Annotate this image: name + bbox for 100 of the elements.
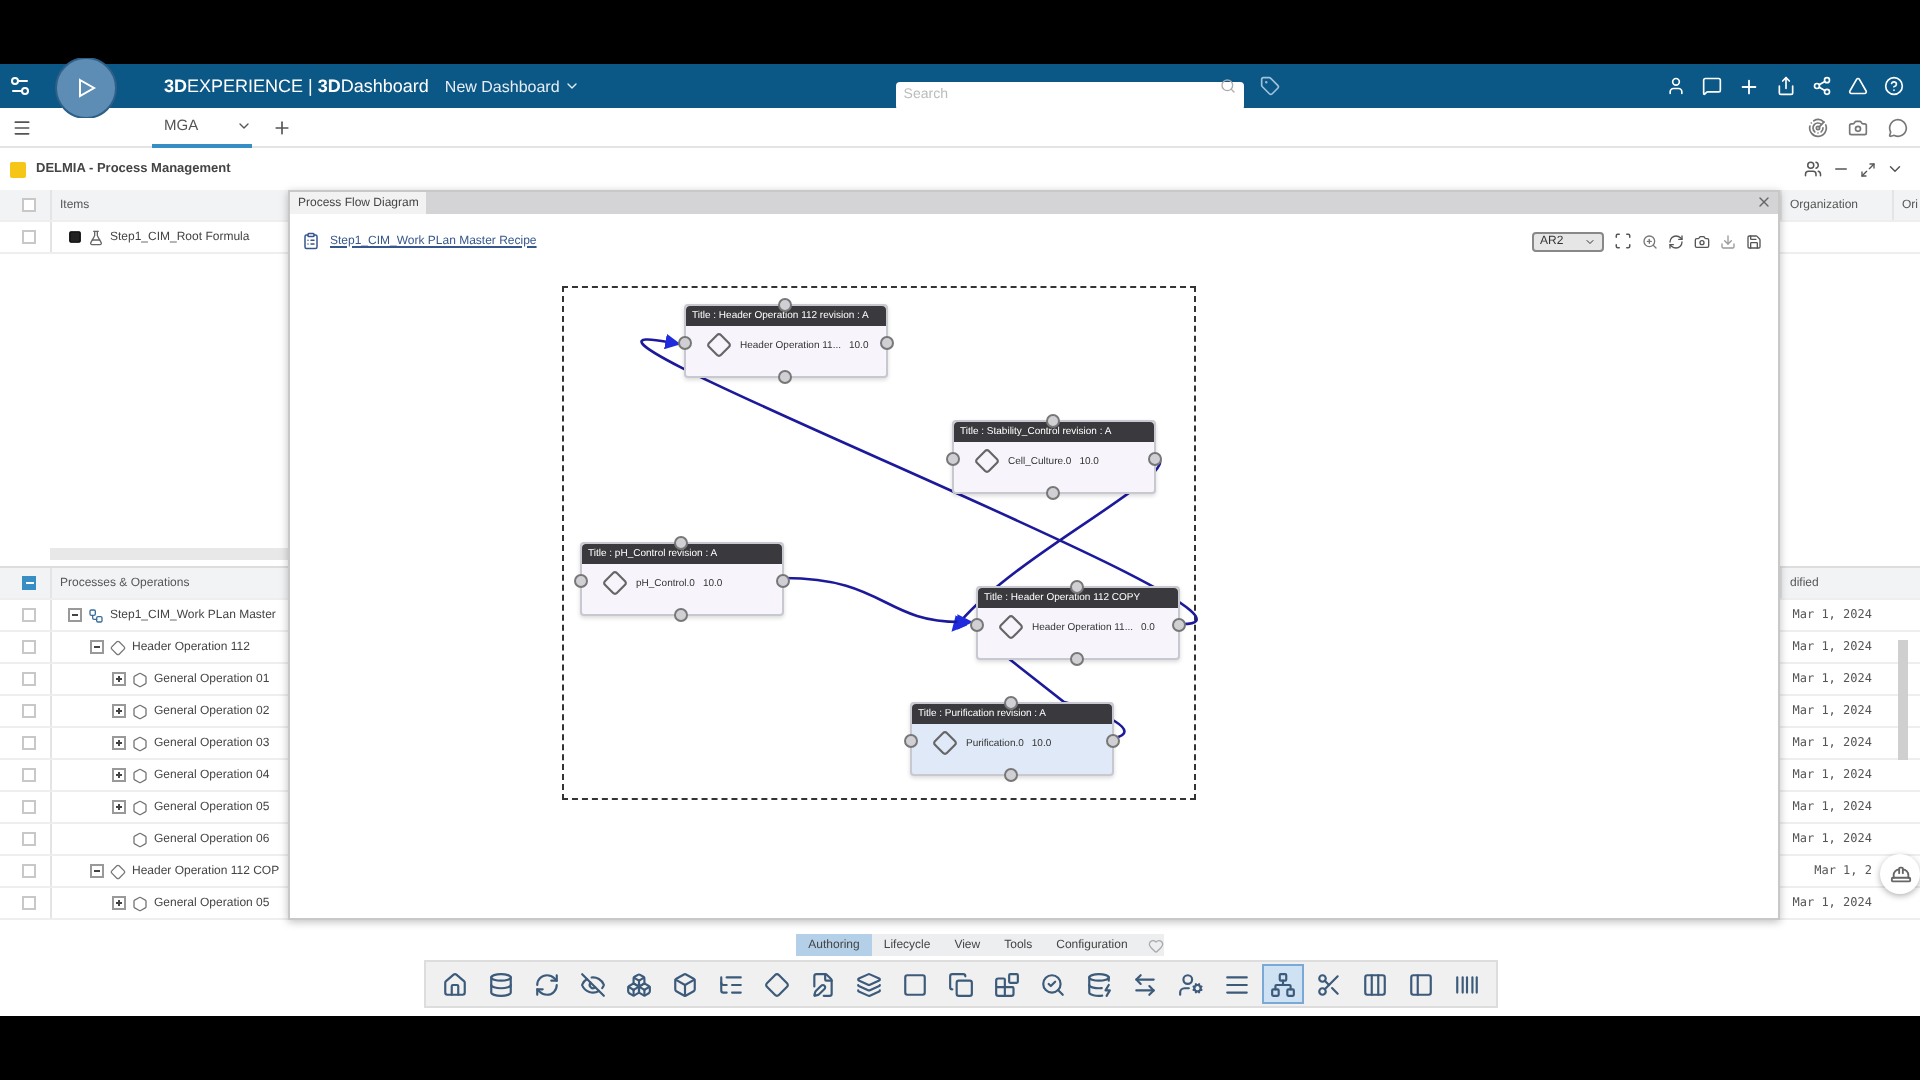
row-checkbox[interactable] <box>22 800 36 814</box>
row-checkbox[interactable] <box>22 864 36 878</box>
port-handle[interactable] <box>1106 734 1120 748</box>
row-checkbox[interactable] <box>22 768 36 782</box>
port-handle[interactable] <box>678 336 692 350</box>
message-icon[interactable] <box>1702 76 1722 96</box>
port-handle[interactable] <box>1004 696 1018 710</box>
port-handle[interactable] <box>1046 486 1060 500</box>
list-tree-icon <box>717 971 743 997</box>
row-checkbox[interactable] <box>22 896 36 910</box>
home-icon <box>441 971 467 997</box>
port-handle[interactable] <box>574 574 588 588</box>
hexagon-icon <box>132 767 148 783</box>
hexagon-icon <box>132 735 148 751</box>
square-icon <box>901 971 927 997</box>
add-tab-icon[interactable] <box>272 117 292 137</box>
port-handle[interactable] <box>1046 414 1060 428</box>
refresh-icon[interactable] <box>1668 233 1684 249</box>
camera-icon[interactable] <box>1694 233 1710 249</box>
chevron-icon <box>563 78 580 94</box>
dashboard-menu[interactable]: New Dashboard <box>444 77 580 95</box>
port-handle[interactable] <box>1004 768 1018 782</box>
barcode-icon <box>1453 971 1479 997</box>
expand-toggle[interactable] <box>112 896 126 910</box>
camera-icon[interactable] <box>1848 117 1868 137</box>
user-gear-icon <box>1177 971 1203 997</box>
port-handle[interactable] <box>946 452 960 466</box>
app-icon <box>10 161 26 177</box>
save-icon[interactable] <box>1746 233 1762 249</box>
close-icon[interactable] <box>1756 194 1772 210</box>
chevron-icon[interactable] <box>1886 160 1904 178</box>
diamond-icon <box>763 971 789 997</box>
row-checkbox[interactable] <box>22 608 36 622</box>
select-all-checkbox[interactable] <box>22 198 36 212</box>
port-handle[interactable] <box>674 536 688 550</box>
row-checkbox[interactable] <box>22 832 36 846</box>
row-checkbox[interactable] <box>22 704 36 718</box>
maximize-icon[interactable] <box>1860 161 1876 177</box>
search-icon <box>1039 971 1065 997</box>
expand-toggle[interactable] <box>112 800 126 814</box>
port-handle[interactable] <box>1070 652 1084 666</box>
tag-icon[interactable] <box>1259 76 1280 96</box>
help-icon[interactable] <box>1884 76 1904 96</box>
operation-icon <box>706 332 732 358</box>
network-icon <box>1269 971 1295 997</box>
blocks-icon <box>993 971 1019 997</box>
expand-toggle[interactable] <box>112 736 126 750</box>
operation-icon <box>998 614 1024 640</box>
users-icon[interactable] <box>1804 160 1822 178</box>
expand-toggle[interactable] <box>112 768 126 782</box>
port-handle[interactable] <box>1172 618 1186 632</box>
rows-icon <box>1223 971 1249 997</box>
panel-icon <box>1407 971 1433 997</box>
edit-icon <box>809 971 835 997</box>
collapse-toggle[interactable] <box>68 608 82 622</box>
database-icon <box>487 971 513 997</box>
port-handle[interactable] <box>1070 580 1084 594</box>
toolbar-button[interactable] <box>1261 964 1303 1004</box>
port-handle[interactable] <box>970 618 984 632</box>
triangle-icon[interactable] <box>1848 76 1868 96</box>
hexagon-icon <box>132 831 148 847</box>
menu-icon[interactable] <box>12 117 32 137</box>
port-handle[interactable] <box>880 336 894 350</box>
port-handle[interactable] <box>1148 452 1162 466</box>
fit-icon[interactable] <box>1614 232 1632 250</box>
hexagon-icon <box>132 671 148 687</box>
row-checkbox[interactable] <box>22 672 36 686</box>
expand-toggle[interactable] <box>112 672 126 686</box>
row-checkbox[interactable] <box>22 230 36 244</box>
formula-icon <box>88 229 104 245</box>
collapse-toggle[interactable] <box>90 640 104 654</box>
port-handle[interactable] <box>674 608 688 622</box>
row-checkbox[interactable] <box>22 640 36 654</box>
zoom-icon[interactable] <box>1642 233 1658 249</box>
chat-icon[interactable] <box>1888 117 1908 137</box>
select-all-checkbox[interactable] <box>22 576 36 590</box>
scissors-icon <box>1315 971 1341 997</box>
collapse-toggle[interactable] <box>90 864 104 878</box>
hexagon-icon <box>132 895 148 911</box>
port-handle[interactable] <box>778 370 792 384</box>
download-icon[interactable] <box>1720 233 1736 249</box>
share-icon[interactable] <box>1776 76 1796 96</box>
add-icon[interactable] <box>1738 75 1760 97</box>
radar-icon[interactable] <box>1808 117 1828 137</box>
share-nodes-icon[interactable] <box>1812 76 1832 96</box>
scrollbar <box>1898 640 1908 760</box>
eye-off-icon <box>579 971 605 997</box>
search-icon[interactable] <box>1219 78 1236 94</box>
diamond-icon <box>110 863 126 879</box>
expand-toggle[interactable] <box>112 704 126 718</box>
row-checkbox[interactable] <box>22 736 36 750</box>
toggle-icon[interactable] <box>68 230 82 244</box>
user-icon[interactable] <box>1666 76 1686 96</box>
hexagon-icon <box>132 703 148 719</box>
port-handle[interactable] <box>778 298 792 312</box>
port-handle[interactable] <box>904 734 918 748</box>
swap-icon <box>1131 971 1157 997</box>
app-brand: 3DEXPERIENCE | 3DDashboard <box>164 76 429 96</box>
port-handle[interactable] <box>776 574 790 588</box>
boxes-icon <box>625 971 651 997</box>
